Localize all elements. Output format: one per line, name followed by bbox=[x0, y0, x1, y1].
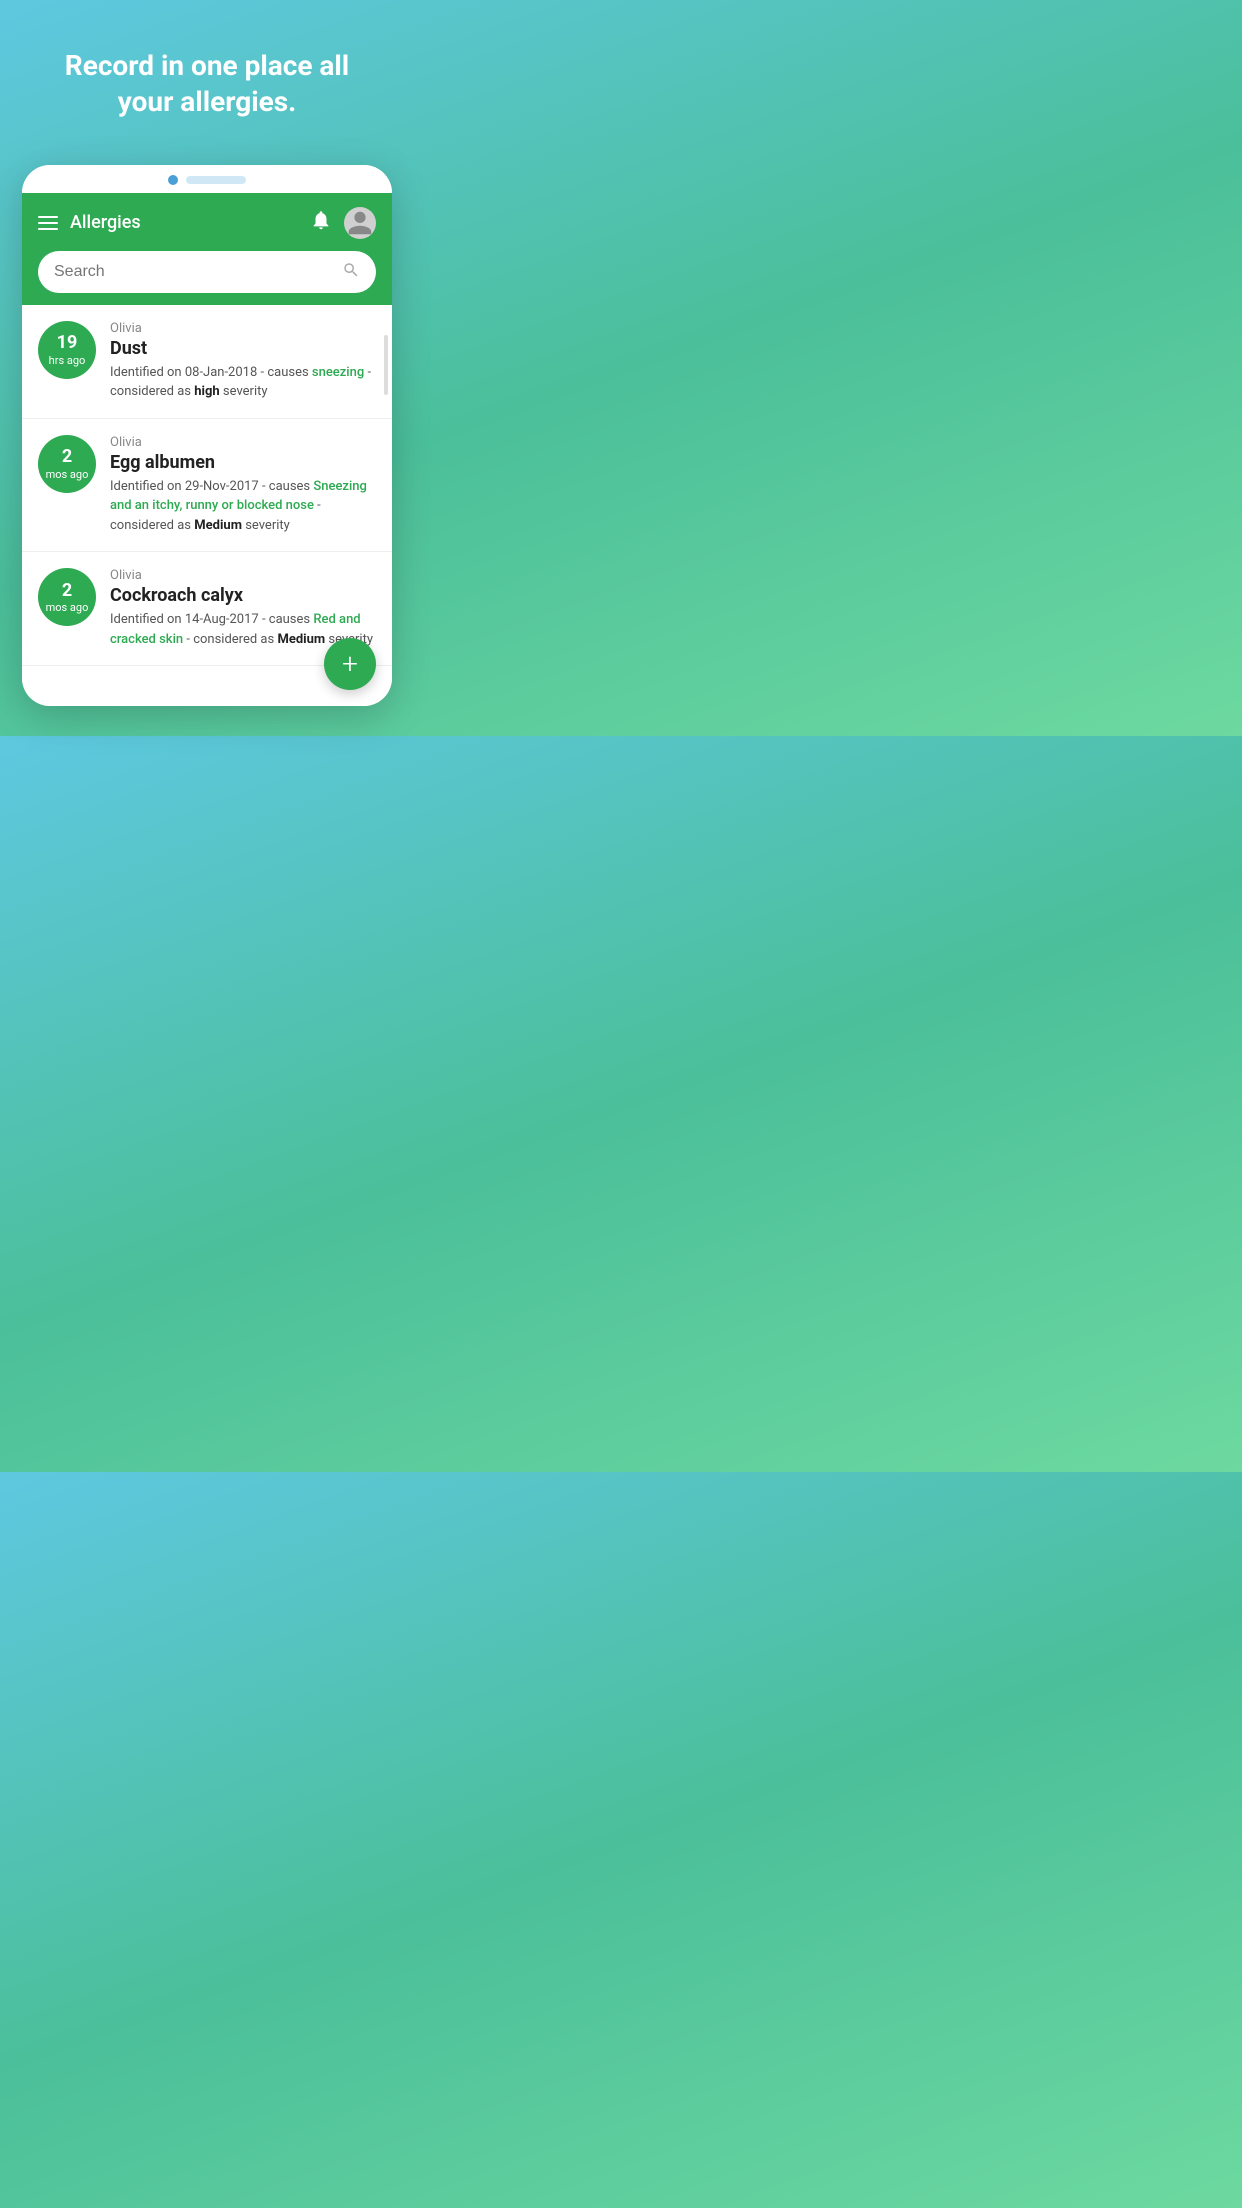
progress-bar bbox=[186, 176, 246, 184]
header-icons bbox=[310, 207, 376, 239]
app-title: Allergies bbox=[70, 212, 141, 233]
item-content: Olivia Cockroach calyx Identified on 14-… bbox=[110, 568, 376, 649]
bell-icon[interactable] bbox=[310, 209, 332, 236]
time-badge: 2 mos ago bbox=[38, 568, 96, 626]
search-bar[interactable] bbox=[38, 251, 376, 293]
list-item[interactable]: 2 mos ago Olivia Egg albumen Identified … bbox=[22, 419, 392, 553]
severity-text: high bbox=[194, 384, 219, 399]
header-top: Allergies bbox=[38, 207, 376, 239]
item-description: Identified on 29-Nov-2017 - causes Sneez… bbox=[110, 477, 376, 536]
hero-tagline: Record in one place all your allergies. bbox=[0, 0, 414, 145]
cause-text: sneezing bbox=[312, 365, 364, 380]
phone-mockup: Allergies bbox=[22, 165, 392, 707]
item-content: Olivia Dust Identified on 08-Jan-2018 - … bbox=[110, 321, 376, 402]
user-avatar[interactable] bbox=[344, 207, 376, 239]
severity-suffix: severity bbox=[223, 384, 268, 399]
item-name: Egg albumen bbox=[110, 452, 376, 473]
identified-text: Identified on 08-Jan-2018 - causes bbox=[110, 365, 309, 380]
scrollbar bbox=[384, 335, 388, 395]
item-person: Olivia bbox=[110, 435, 376, 450]
time-number: 19 bbox=[57, 332, 78, 354]
time-badge: 2 mos ago bbox=[38, 435, 96, 493]
app-header: Allergies bbox=[22, 193, 392, 305]
item-name: Cockroach calyx bbox=[110, 585, 376, 606]
identified-text: Identified on 29-Nov-2017 - causes bbox=[110, 479, 310, 494]
considered-text: - considered as bbox=[186, 632, 274, 647]
identified-text: Identified on 14-Aug-2017 - causes bbox=[110, 612, 310, 627]
item-person: Olivia bbox=[110, 321, 376, 336]
time-number: 2 bbox=[62, 446, 72, 468]
phone-status-bar bbox=[22, 165, 392, 193]
active-dot bbox=[168, 175, 178, 185]
item-person: Olivia bbox=[110, 568, 376, 583]
item-content: Olivia Egg albumen Identified on 29-Nov-… bbox=[110, 435, 376, 536]
item-name: Dust bbox=[110, 338, 376, 359]
header-left: Allergies bbox=[38, 212, 141, 233]
search-icon bbox=[342, 261, 360, 283]
item-description: Identified on 08-Jan-2018 - causes sneez… bbox=[110, 363, 376, 402]
list-item[interactable]: 19 hrs ago Olivia Dust Identified on 08-… bbox=[22, 305, 392, 419]
search-bar-container bbox=[38, 251, 376, 305]
time-badge: 19 hrs ago bbox=[38, 321, 96, 379]
time-number: 2 bbox=[62, 580, 72, 602]
severity-text: Medium bbox=[277, 632, 325, 647]
severity-suffix: severity bbox=[245, 518, 290, 533]
hamburger-icon[interactable] bbox=[38, 216, 58, 230]
time-unit: mos ago bbox=[46, 601, 89, 614]
time-unit: mos ago bbox=[46, 468, 89, 481]
severity-text: Medium bbox=[194, 518, 242, 533]
search-input[interactable] bbox=[54, 263, 334, 281]
fab-add-button[interactable]: + bbox=[324, 638, 376, 690]
time-unit: hrs ago bbox=[49, 354, 86, 367]
